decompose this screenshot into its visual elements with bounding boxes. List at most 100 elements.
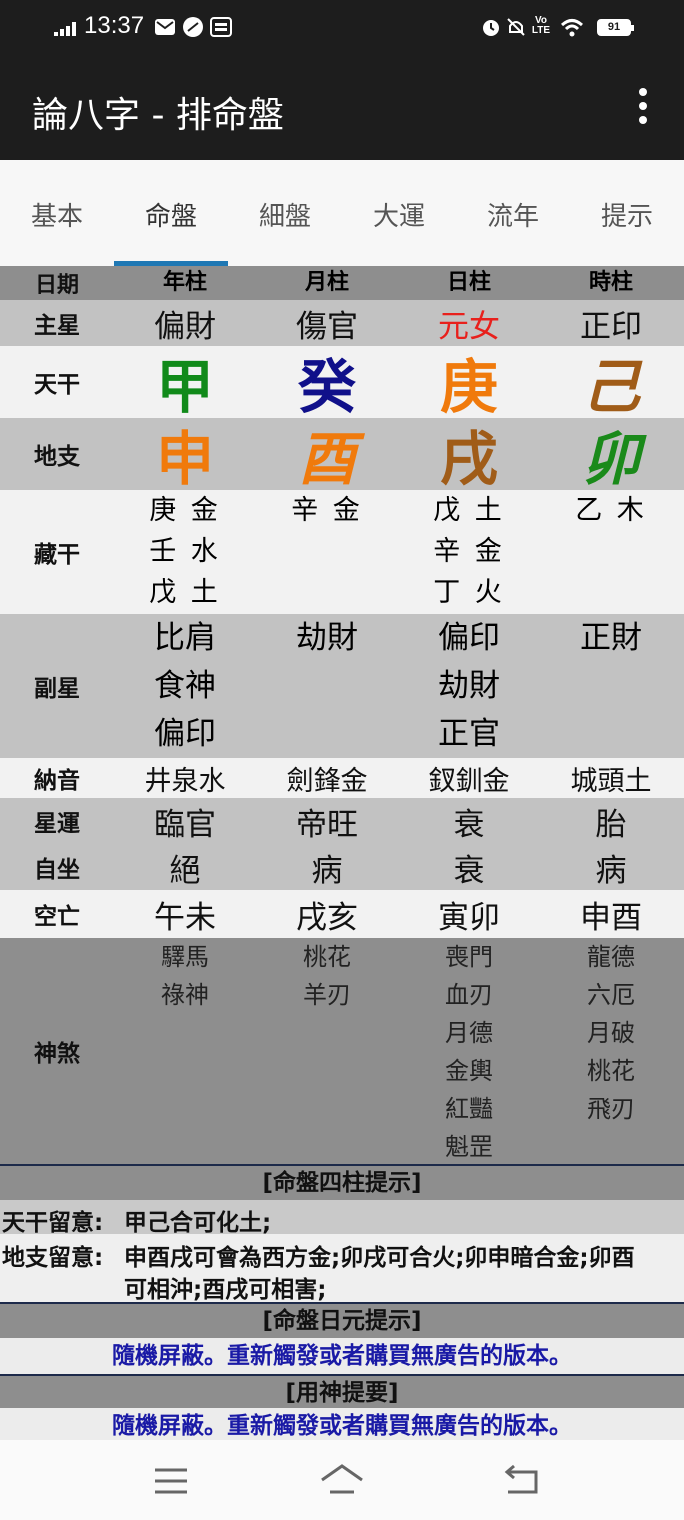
row-label: 空亡	[34, 904, 80, 930]
hidden-stem: 戊 土	[433, 495, 505, 526]
wifi-icon	[560, 16, 584, 38]
sub-star: 食神	[154, 668, 216, 704]
tab-hints[interactable]: 提示	[570, 196, 684, 233]
shensha-item: 祿神	[161, 981, 209, 1009]
shensha-item: 驛馬	[161, 943, 209, 971]
stem-note-text: 甲己合可化土;	[124, 1210, 272, 1236]
home-icon[interactable]	[318, 1460, 366, 1500]
branch-hour: 卯	[581, 425, 640, 493]
header-label: 日期	[34, 273, 79, 298]
nayin-row: 納音 井泉水 劍鋒金 釵釧金 城頭土	[0, 758, 684, 798]
stem-hour: 己	[581, 353, 640, 421]
hidden-stem: 辛 金	[291, 495, 363, 526]
shensha-year: 驛馬 祿神	[114, 938, 256, 1164]
tab-chart[interactable]: 命盤	[114, 196, 228, 233]
sub-star-month: 劫財	[256, 614, 398, 758]
day-master-notice: 隨機屏蔽。重新觸發或者購買無廣告的版本。	[0, 1338, 684, 1374]
earthly-branch-row: 地支 申 酉 戌 卯	[0, 418, 684, 493]
sub-star-hour: 正財	[540, 614, 682, 758]
row-label: 星運	[34, 811, 80, 837]
branch-note-label: 地支留意:	[2, 1245, 104, 1271]
branch-note-line: 可相沖;酉戌可相害;	[124, 1277, 327, 1303]
hidden-stems-month: 辛 金	[256, 490, 398, 614]
hidden-stems-day: 戊 土 辛 金 丁 火	[398, 490, 540, 614]
tab-basic[interactable]: 基本	[0, 196, 114, 233]
void-month: 戌亥	[296, 899, 358, 936]
shensha-item: 魁罡	[445, 1133, 493, 1161]
stem-month: 癸	[297, 353, 356, 421]
status-bar: 13:37 Vo LTE 91	[0, 0, 684, 56]
nayin-year: 井泉水	[144, 765, 226, 797]
stem-day: 庚	[439, 353, 498, 421]
header-month: 月柱	[304, 270, 349, 295]
self-seat-row: 自坐 絕 病 衰 病	[0, 844, 684, 890]
mail-icon	[154, 16, 176, 38]
sub-star: 偏印	[154, 716, 216, 752]
void-hour: 申酉	[580, 899, 642, 936]
shensha-item: 桃花	[587, 1057, 635, 1085]
branch-note-line: 申酉戌可會為西方金;卯戌可合火;卯申暗合金;卯酉	[124, 1245, 635, 1271]
star-luck-day: 衰	[453, 806, 485, 843]
shensha-month: 桃花 羊刃	[256, 938, 398, 1164]
app-title: 論八字 - 排命盤	[32, 95, 284, 136]
pillars-hint-title: [命盤四柱提示]	[0, 1166, 684, 1200]
tab-bar: 基本 命盤 細盤 大運 流年 提示	[0, 160, 684, 266]
sub-star-day: 偏印 劫財 正官	[398, 614, 540, 758]
self-seat-year: 絕	[169, 852, 201, 889]
sub-star: 比肩	[154, 620, 216, 656]
system-nav-bar	[0, 1440, 684, 1520]
star-luck-year: 臨官	[154, 806, 216, 843]
row-label: 主星	[34, 313, 80, 339]
nayin-day: 釵釧金	[428, 765, 510, 797]
app-bar: 論八字 - 排命盤	[0, 56, 684, 160]
self-seat-month: 病	[311, 852, 343, 889]
self-seat-day: 衰	[453, 852, 485, 889]
shensha-row: 神煞 驛馬 祿神 桃花 羊刃 喪門 血刃 月德 金輿 紅豔 魁罡 龍德 六厄 月…	[0, 938, 684, 1164]
stem-note-label: 天干留意:	[2, 1210, 104, 1236]
nayin-month: 劍鋒金	[286, 765, 368, 797]
header-hour: 時柱	[588, 270, 633, 295]
branch-year: 申	[155, 425, 214, 493]
more-vert-icon[interactable]	[626, 86, 660, 130]
shensha-item: 飛刃	[587, 1095, 635, 1123]
useful-god-notice: 隨機屏蔽。重新觸發或者購買無廣告的版本。	[0, 1408, 684, 1440]
tab-annual[interactable]: 流年	[456, 196, 570, 233]
row-label: 副星	[34, 676, 80, 702]
header-year: 年柱	[162, 270, 207, 295]
shensha-item: 月德	[445, 1019, 493, 1047]
hidden-stem: 辛 金	[433, 536, 505, 567]
hidden-stem: 庚 金	[149, 495, 221, 526]
status-time: 13:37	[84, 12, 145, 39]
hidden-stem: 乙 木	[575, 495, 647, 526]
sub-star: 劫財	[438, 668, 500, 704]
volte-icon: Vo LTE	[531, 15, 551, 36]
row-label: 自坐	[34, 857, 80, 883]
tab-major-luck[interactable]: 大運	[342, 196, 456, 233]
row-label: 天干	[34, 372, 80, 398]
day-master-hint-title: [命盤日元提示]	[0, 1304, 684, 1338]
tab-detail[interactable]: 細盤	[228, 196, 342, 233]
hidden-stem: 戊 土	[149, 577, 221, 608]
hidden-stem: 壬 水	[149, 536, 221, 567]
hidden-stem: 丁 火	[433, 577, 505, 608]
shensha-item: 羊刃	[303, 981, 351, 1009]
void-day: 寅卯	[438, 899, 500, 936]
shensha-day: 喪門 血刃 月德 金輿 紅豔 魁罡	[398, 938, 540, 1164]
sub-star: 劫財	[296, 620, 358, 656]
branch-day: 戌	[439, 425, 498, 493]
hidden-stems-hour: 乙 木	[540, 490, 682, 614]
alarm-icon	[480, 16, 502, 38]
branch-note-row: 地支留意: 申酉戌可會為西方金;卯戌可合火;卯申暗合金;卯酉 可相沖;酉戌可相害…	[0, 1234, 684, 1303]
hidden-stems-year: 庚 金 壬 水 戊 土	[114, 490, 256, 614]
self-seat-hour: 病	[595, 852, 627, 889]
shensha-item: 金輿	[445, 1057, 493, 1085]
app-icon	[182, 16, 204, 38]
recents-icon[interactable]	[152, 1466, 190, 1496]
sub-star-row: 副星 比肩 食神 偏印 劫財 偏印 劫財 正官 正財	[0, 614, 684, 758]
back-icon[interactable]	[502, 1464, 542, 1498]
shensha-item: 月破	[587, 1019, 635, 1047]
signal-icon	[54, 22, 78, 36]
sub-star-year: 比肩 食神 偏印	[114, 614, 256, 758]
row-label: 神煞	[34, 1041, 80, 1067]
shensha-item: 紅豔	[445, 1095, 493, 1123]
